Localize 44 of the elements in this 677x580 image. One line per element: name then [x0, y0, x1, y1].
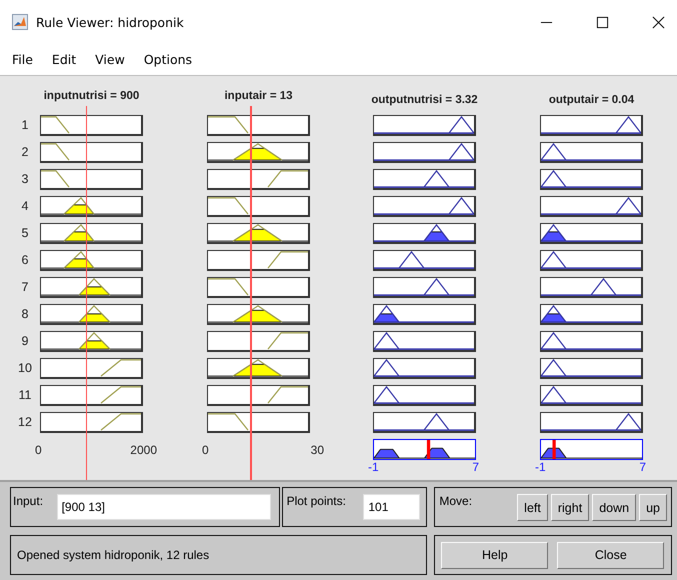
- rule-number: 1: [20, 117, 30, 134]
- plot-points-field[interactable]: 101: [363, 494, 420, 520]
- plot-points-label: Plot points:: [286, 494, 346, 508]
- app-icon: [12, 14, 28, 30]
- rule-number: 8: [20, 306, 30, 323]
- dialog-button[interactable]: Close: [557, 542, 664, 568]
- menu-item[interactable]: File: [12, 52, 33, 67]
- rule-number: 9: [20, 333, 30, 350]
- rule-number: 10: [17, 360, 33, 377]
- axis-label: 7: [639, 460, 646, 474]
- axis-label: -1: [535, 460, 546, 474]
- menu-item[interactable]: Edit: [52, 52, 76, 67]
- menu-item[interactable]: View: [95, 52, 125, 67]
- rule-number: 12: [17, 414, 33, 431]
- menu-item[interactable]: Options: [144, 52, 192, 67]
- close-icon[interactable]: [652, 16, 665, 28]
- rule-number: 7: [20, 279, 30, 296]
- move-button[interactable]: right: [550, 494, 590, 521]
- rule-number: 5: [20, 225, 30, 242]
- rule-number: 4: [20, 198, 30, 215]
- input-label: Input:: [13, 494, 44, 508]
- rule-number: 3: [20, 171, 30, 188]
- variable-heading: outputnutrisi = 3.32: [371, 93, 478, 108]
- variable-heading: inputair = 13: [224, 89, 293, 104]
- axis-label: 7: [472, 460, 479, 474]
- rule-number: 11: [18, 387, 32, 404]
- dialog-button[interactable]: Help: [441, 542, 548, 568]
- variable-heading: inputnutrisi = 900: [44, 89, 140, 104]
- axis-label: -1: [368, 460, 379, 474]
- move-label: Move:: [439, 494, 472, 508]
- axis-label: 2000: [130, 443, 157, 457]
- move-button[interactable]: up: [639, 494, 667, 521]
- axis-label: 30: [310, 443, 324, 457]
- axis-label: 0: [35, 443, 42, 457]
- window-title: Rule Viewer: hidroponik: [36, 14, 184, 30]
- axis-label: 0: [202, 443, 209, 457]
- variable-heading: outputair = 0.04: [548, 93, 634, 108]
- rule-number: 6: [20, 252, 30, 269]
- status-text: Opened system hidroponik, 12 rules: [17, 548, 210, 562]
- move-button[interactable]: left: [517, 494, 548, 521]
- move-button[interactable]: down: [592, 494, 636, 521]
- maximize-icon[interactable]: [596, 16, 609, 28]
- input-field[interactable]: [900 13]: [56, 494, 271, 520]
- rule-number: 2: [20, 144, 30, 161]
